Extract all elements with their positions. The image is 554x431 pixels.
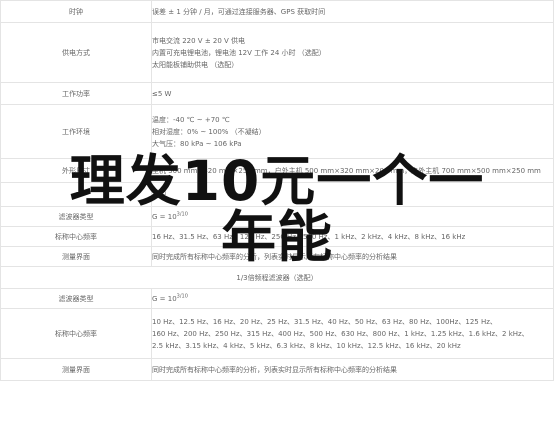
table-row: 1/3倍频程滤波器（选配） [0, 266, 554, 289]
overlay-line-1: 理发10元一个一 [69, 149, 485, 213]
table-row: 时钟 误差 ± 1 分钟 / 月，可通过连接服务器、GPS 获取时间 [0, 0, 554, 23]
row-value-power-supply: 市电交流 220 V ± 20 V 供电 内置可充电锂电池，锂电池 12V 工作… [151, 22, 554, 83]
overlay-title: 理发10元一个一 年能 [0, 152, 554, 266]
row-label-power-supply: 供电方式 [0, 22, 152, 83]
row-label-center-frequency: 标称中心频率 [0, 308, 152, 359]
row-value-measure-ui: 同时完成所有标称中心频率的分析，列表实时显示所有标称中心频率的分析结果 [151, 358, 554, 381]
row-value-center-frequency: 10 Hz、12.5 Hz、16 Hz、20 Hz、25 Hz、31.5 Hz、… [151, 308, 554, 359]
table-row: 工作功率 ≤5 W [0, 82, 554, 105]
row-label-clock: 时钟 [0, 0, 152, 23]
spec-sheet: 时钟 误差 ± 1 分钟 / 月，可通过连接服务器、GPS 获取时间 供电方式 … [0, 0, 554, 431]
row-label-filter-type: 滤波器类型 [0, 288, 152, 309]
overlay-line-2: 年能 [220, 205, 333, 269]
row-value-power: ≤5 W [151, 82, 554, 105]
section-title: 1/3倍频程滤波器（选配） [0, 266, 554, 289]
table-row: 标称中心频率 10 Hz、12.5 Hz、16 Hz、20 Hz、25 Hz、3… [0, 308, 554, 359]
row-label-measure-ui: 测量界面 [0, 358, 152, 381]
table-row: 供电方式 市电交流 220 V ± 20 V 供电 内置可充电锂电池，锂电池 1… [0, 22, 554, 83]
row-label-power: 工作功率 [0, 82, 152, 105]
table-row: 滤波器类型 G = 103/10 [0, 288, 554, 309]
row-value-filter-type: G = 103/10 [151, 288, 554, 309]
table-row: 测量界面 同时完成所有标称中心频率的分析，列表实时显示所有标称中心频率的分析结果 [0, 358, 554, 381]
row-value-clock: 误差 ± 1 分钟 / 月，可通过连接服务器、GPS 获取时间 [151, 0, 554, 23]
